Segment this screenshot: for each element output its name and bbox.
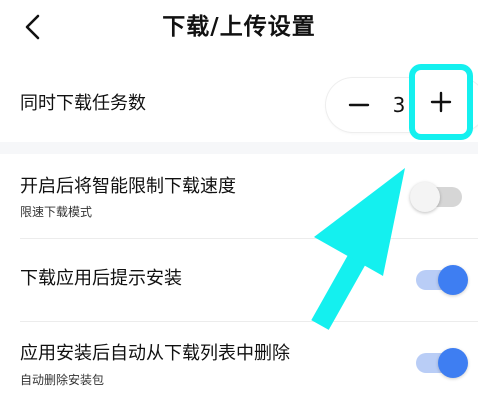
concurrent-downloads-row: 同时下载任务数 3 bbox=[0, 72, 478, 138]
minus-icon bbox=[348, 103, 370, 107]
setting-row-install-prompt: 下载应用后提示安装 bbox=[0, 239, 478, 321]
setting-label: 下载应用后提示安装 bbox=[20, 268, 182, 289]
toggle-knob bbox=[438, 348, 468, 378]
header-bar: 下载/上传设置 bbox=[0, 0, 478, 56]
setting-sublabel: 自动删除安装包 bbox=[20, 373, 105, 387]
install-prompt-toggle[interactable] bbox=[416, 265, 468, 295]
toggle-knob bbox=[410, 182, 440, 212]
setting-row-speed-limit: 开启后将智能限制下载速度 限速下载模式 bbox=[0, 156, 478, 238]
concurrent-downloads-label: 同时下载任务数 bbox=[20, 93, 146, 114]
download-count-value: 3 bbox=[392, 93, 406, 117]
speed-limit-toggle[interactable] bbox=[410, 182, 462, 212]
decrement-button[interactable] bbox=[344, 90, 374, 120]
auto-delete-toggle[interactable] bbox=[416, 348, 468, 378]
page-title: 下载/上传设置 bbox=[162, 14, 316, 40]
download-upload-settings-screen: 下载/上传设置 同时下载任务数 3 开启后将智能限制下载速度 限速下载模式 下载… bbox=[0, 0, 478, 401]
plus-icon bbox=[430, 91, 452, 113]
setting-label: 应用安装后自动从下载列表中删除 bbox=[20, 343, 290, 364]
increment-button[interactable] bbox=[409, 64, 473, 140]
setting-row-auto-delete: 应用安装后自动从下载列表中删除 自动删除安装包 bbox=[0, 322, 478, 401]
section-separator bbox=[0, 142, 478, 154]
setting-sublabel: 限速下载模式 bbox=[20, 205, 93, 219]
toggle-knob bbox=[438, 265, 468, 295]
setting-label: 开启后将智能限制下载速度 bbox=[20, 176, 236, 197]
